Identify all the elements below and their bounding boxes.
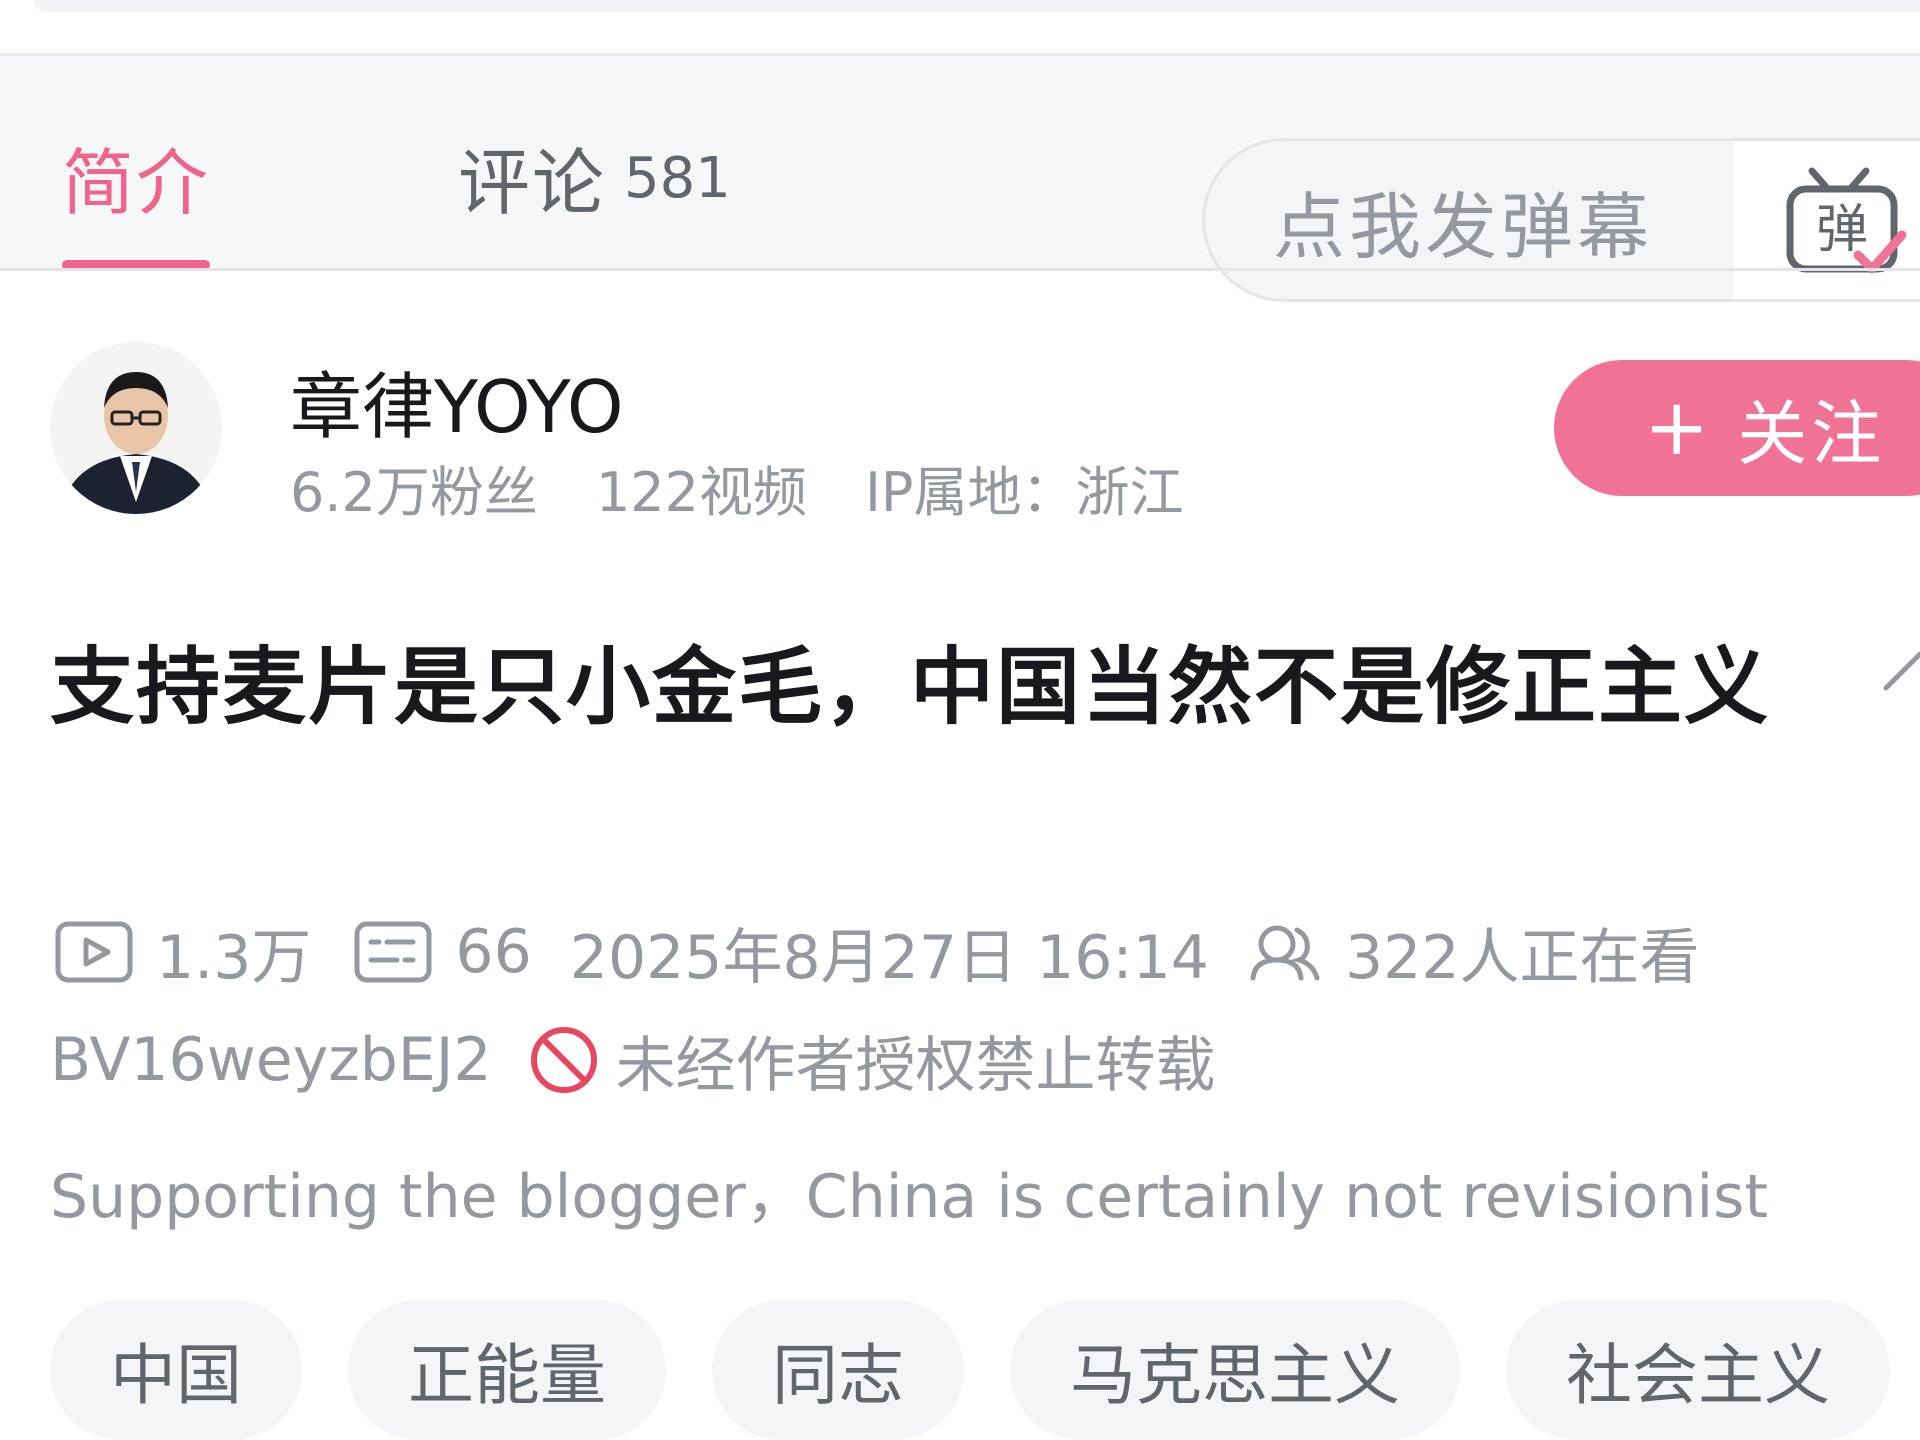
tab-bar: 简介 评论 581 点我发弹幕 弹 — [0, 56, 1920, 302]
play-count: 1.3万 — [156, 922, 312, 993]
no-repost-icon — [530, 1027, 597, 1093]
uploader-stats: 6.2万粉丝 122视频 IP属地：浙江 — [290, 448, 1183, 527]
danmaku-placeholder: 点我发弹幕 — [1273, 184, 1654, 269]
avatar[interactable] — [50, 342, 222, 514]
video-stats-row: 1.3万 66 2025年8月27日 16:14 322人正在看 — [54, 910, 1700, 994]
tag-chip[interactable]: 社会主义 — [1506, 1300, 1890, 1440]
follow-label: 关注 — [1737, 392, 1886, 475]
copyright-notice: 未经作者授权禁止转载 — [615, 1030, 1216, 1101]
expand-arrow-icon[interactable] — [1880, 640, 1920, 704]
follower-count: 6.2万粉丝 — [290, 461, 538, 524]
uploader-name[interactable]: 章律YOYO — [290, 348, 624, 453]
bvid: BV16weyzbEJ2 — [50, 1025, 492, 1095]
tag-chip[interactable]: 正能量 — [348, 1300, 666, 1440]
viewers-icon — [1250, 925, 1320, 981]
plus-icon: + — [1644, 383, 1710, 473]
tab-bar-divider — [0, 268, 1920, 271]
danmaku-toggle-glyph: 弹 — [1816, 200, 1868, 260]
tag-list: 中国 正能量 同志 马克思主义 社会主义 — [50, 1300, 1890, 1440]
tab-intro-label: 简介 — [62, 140, 211, 225]
ip-location: IP属地：浙江 — [864, 461, 1184, 524]
danmaku-toggle-button[interactable]: 弹 — [1734, 138, 1920, 302]
danmaku-count-icon — [354, 921, 432, 983]
watching-stat: 322人正在看 — [1247, 909, 1700, 996]
bvid-row: BV16weyzbEJ2 未经作者授权禁止转载 — [50, 1018, 1216, 1102]
tag-chip[interactable]: 中国 — [50, 1300, 302, 1440]
watching-now: 322人正在看 — [1344, 922, 1700, 993]
tag-chip[interactable]: 马克思主义 — [1010, 1300, 1460, 1440]
publish-time: 2025年8月27日 16:14 — [569, 922, 1209, 993]
danmaku-input[interactable]: 点我发弹幕 — [1202, 138, 1734, 302]
follow-button[interactable]: + 关注 — [1554, 360, 1920, 496]
danmaku-count: 66 — [455, 917, 532, 987]
tag-chip[interactable]: 同志 — [712, 1300, 964, 1440]
comments-count: 581 — [624, 145, 731, 211]
play-count-stat: 1.3万 — [54, 909, 311, 996]
tab-comments-label: 评论 — [458, 140, 607, 225]
danmaku-count-stat: 66 — [353, 917, 532, 987]
video-title: 支持麦片是只小金毛，中国当然不是修正主义 — [50, 638, 1771, 736]
tab-comments[interactable]: 评论 581 — [458, 126, 731, 226]
top-search-remnant — [34, 0, 1920, 12]
video-description: Supporting the blogger，China is certainl… — [50, 1162, 1768, 1232]
play-icon — [55, 921, 133, 983]
video-count: 122视频 — [595, 461, 807, 524]
tab-intro[interactable]: 简介 — [62, 126, 210, 226]
